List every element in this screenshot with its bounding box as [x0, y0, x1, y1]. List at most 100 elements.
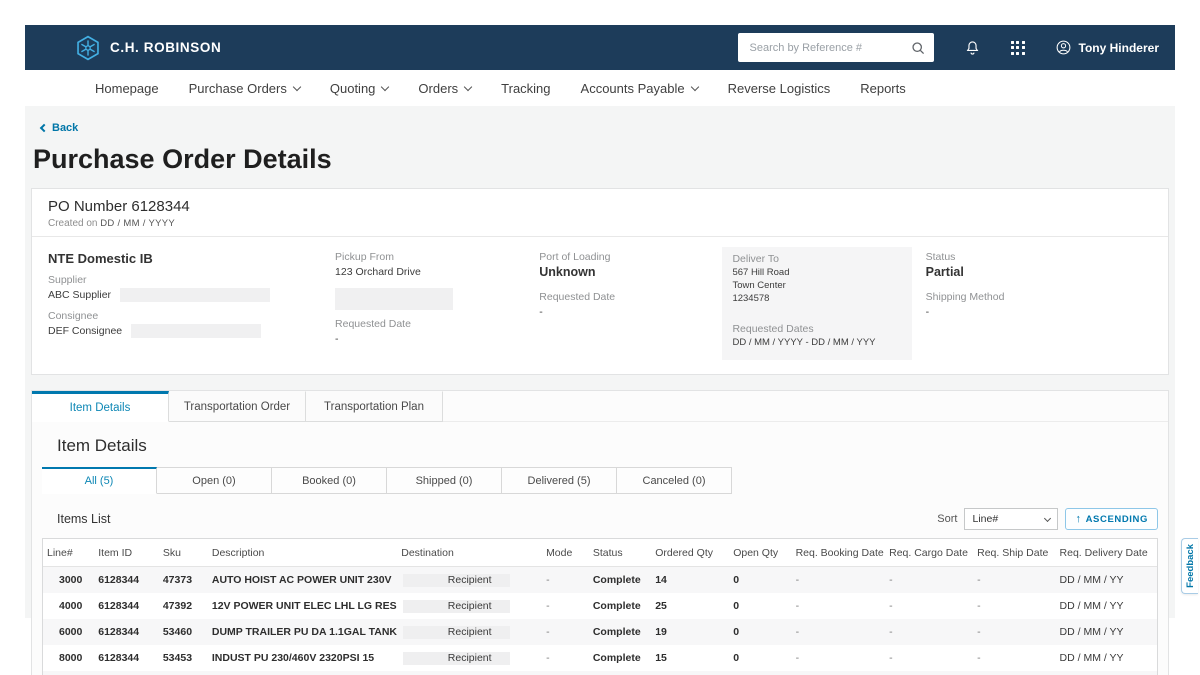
- status-filter-tab[interactable]: Booked (0): [272, 467, 387, 494]
- table-header-cell[interactable]: Open Qty: [729, 539, 791, 567]
- nav-menu-item[interactable]: Reverse Logistics: [728, 81, 831, 96]
- nav-menu-item[interactable]: Reports: [860, 81, 906, 96]
- status-filter-tab[interactable]: All (5): [42, 467, 157, 494]
- detail-tabs: Item Details Transportation Order Transp…: [32, 391, 1168, 422]
- status-filter-label: Booked (0): [302, 475, 356, 487]
- sort-select[interactable]: Line#: [964, 508, 1058, 530]
- table-header-cell[interactable]: Item ID: [94, 539, 159, 567]
- cell-sku: 47349: [159, 671, 208, 675]
- chrobinson-logo-icon: [75, 35, 101, 61]
- back-link[interactable]: Back: [41, 122, 78, 134]
- item-details-heading: Item Details: [57, 436, 1168, 456]
- nav-menu-item-label: Reports: [860, 81, 906, 96]
- cell-sku: 53453: [159, 645, 208, 671]
- table-header-cell[interactable]: Sku: [159, 539, 208, 567]
- chevron-down-icon: [293, 82, 301, 90]
- requested-dates-value: DD / MM / YYYY - DD / MM / YYY: [732, 337, 901, 350]
- table-row[interactable]: 6000 6128344 53460 DUMP TRAILER PU DA 1.…: [43, 619, 1157, 645]
- table-header-cell[interactable]: Destination: [397, 539, 542, 567]
- cell-description: 12V POWER UNIT ELEC LHL LG RES: [208, 593, 397, 619]
- deliver-to-label: Deliver To: [732, 253, 901, 265]
- nav-menu-item[interactable]: Accounts Payable: [581, 81, 698, 96]
- page-body: Back Purchase Order Details PO Number 61…: [25, 106, 1175, 618]
- search-icon[interactable]: [910, 40, 926, 56]
- cell-open-qty: 0: [729, 567, 791, 594]
- main-nav-menu: Homepage Purchase Orders Quoting Orders …: [25, 70, 1175, 106]
- notifications-bell-icon[interactable]: [964, 39, 981, 57]
- deliver-column: Deliver To 567 Hill Road Town Center 123…: [732, 247, 925, 360]
- brand: C.H. ROBINSON: [75, 35, 221, 61]
- table-row[interactable]: 4000 6128344 47392 12V POWER UNIT ELEC L…: [43, 593, 1157, 619]
- feedback-tab[interactable]: Feedback: [1181, 538, 1198, 594]
- detail-tab[interactable]: Item Details: [32, 391, 169, 422]
- nav-menu-item[interactable]: Homepage: [95, 81, 159, 96]
- cell-open-qty: 0: [729, 671, 791, 675]
- table-header-cell[interactable]: Req. Delivery Date: [1056, 539, 1157, 567]
- app-frame: C.H. ROBINSON: [25, 25, 1175, 618]
- reference-search[interactable]: [738, 33, 934, 62]
- table-row[interactable]: 8000 6128344 53453 INDUST PU 230/460V 23…: [43, 645, 1157, 671]
- table-header-cell[interactable]: Line#: [43, 539, 94, 567]
- nav-menu-item-label: Tracking: [501, 81, 550, 96]
- nav-menu-item-label: Accounts Payable: [581, 81, 685, 96]
- cell-sku: 53460: [159, 619, 208, 645]
- port-column: Port of Loading Unknown Requested Date -: [539, 247, 732, 360]
- table-header-cell[interactable]: Status: [589, 539, 651, 567]
- detail-tab[interactable]: Transportation Plan: [306, 391, 443, 422]
- nav-menu-item[interactable]: Quoting: [330, 81, 389, 96]
- table-header-cell[interactable]: Ordered Qty: [651, 539, 729, 567]
- cell-mode: -: [542, 567, 589, 594]
- feedback-label: Feedback: [1185, 544, 1196, 588]
- status-filter-tab[interactable]: Delivered (5): [502, 467, 617, 494]
- table-header-cell[interactable]: Req. Cargo Date: [885, 539, 973, 567]
- cell-status: Complete: [589, 645, 651, 671]
- nav-menu-item[interactable]: Purchase Orders: [189, 81, 300, 96]
- cell-mode: -: [542, 619, 589, 645]
- cell-req-ship-date: -: [973, 593, 1055, 619]
- cell-req-cargo-date: -: [885, 619, 973, 645]
- cell-sku: 47373: [159, 567, 208, 594]
- status-filter-label: Canceled (0): [643, 475, 706, 487]
- shipping-method-value: -: [926, 305, 1152, 319]
- table-row[interactable]: 10000 6128344 47349 BI-ROTATIONAL PUMP/M…: [43, 671, 1157, 675]
- back-link-label: Back: [52, 122, 78, 134]
- pickup-requested-date-label: Requested Date: [335, 318, 539, 330]
- cell-req-booking-date: -: [792, 645, 886, 671]
- cell-status: Complete: [589, 619, 651, 645]
- table-row[interactable]: 3000 6128344 47373 AUTO HOIST AC POWER U…: [43, 567, 1157, 594]
- created-on: Created on DD / MM / YYYY: [48, 218, 1152, 229]
- nav-menu-item[interactable]: Tracking: [501, 81, 550, 96]
- cell-req-cargo-date: -: [885, 567, 973, 594]
- search-input[interactable]: [748, 41, 910, 55]
- table-header-cell[interactable]: Req. Booking Date: [792, 539, 886, 567]
- cell-line-number: 4000: [43, 593, 94, 619]
- nav-menu-item[interactable]: Orders: [418, 81, 471, 96]
- cell-mode: -: [542, 593, 589, 619]
- items-table-body: 3000 6128344 47373 AUTO HOIST AC POWER U…: [43, 567, 1157, 675]
- ascending-button[interactable]: ↑ ASCENDING: [1065, 508, 1158, 530]
- status-filter-tab[interactable]: Shipped (0): [387, 467, 502, 494]
- cell-req-cargo-date: -: [885, 671, 973, 675]
- apps-grid-icon[interactable]: [1011, 41, 1025, 55]
- pickup-from-value: 123 Orchard Drive: [335, 265, 539, 279]
- cell-req-delivery-date: DD / MM / YY: [1056, 671, 1157, 675]
- status-filter-tab[interactable]: Open (0): [157, 467, 272, 494]
- cell-description: DUMP TRAILER PU DA 1.1GAL TANK: [208, 619, 397, 645]
- cell-line-number: 6000: [43, 619, 94, 645]
- po-number: PO Number 6128344: [48, 198, 1152, 215]
- table-header-cell[interactable]: Mode: [542, 539, 589, 567]
- pickup-from-label: Pickup From: [335, 251, 539, 263]
- pickup-column: Pickup From 123 Orchard Drive Requested …: [335, 247, 539, 360]
- table-header-cell[interactable]: Description: [208, 539, 397, 567]
- detail-tab[interactable]: Transportation Order: [169, 391, 306, 422]
- cell-status: Complete: [589, 593, 651, 619]
- user-menu[interactable]: Tony Hinderer: [1055, 39, 1159, 56]
- redacted-placeholder: [120, 288, 270, 302]
- sort-label: Sort: [937, 513, 957, 525]
- table-header-cell[interactable]: Req. Ship Date: [973, 539, 1055, 567]
- items-list-title: Items List: [57, 512, 111, 526]
- status-filter-tab[interactable]: Canceled (0): [617, 467, 732, 494]
- cell-item-id: 6128344: [94, 645, 159, 671]
- supplier-value: ABC Supplier: [48, 288, 335, 302]
- chevron-down-icon: [464, 82, 472, 90]
